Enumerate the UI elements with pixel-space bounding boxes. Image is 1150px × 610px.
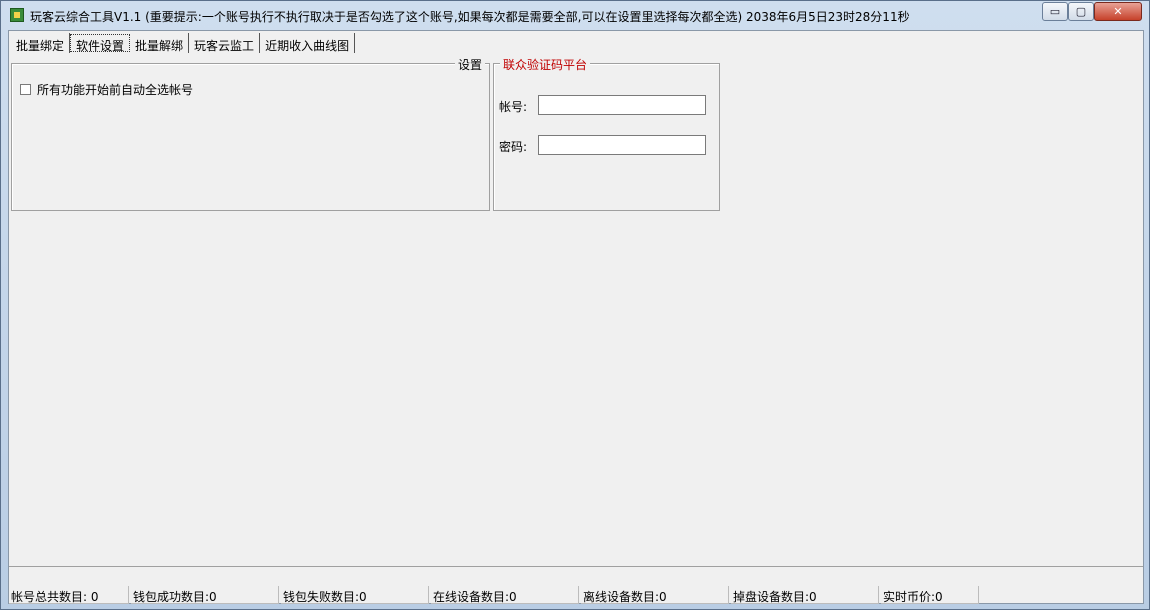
client-area: 批量绑定 软件设置 批量解绑 玩客云监工 近期收入曲线图 设置 所有功能开始前自… xyxy=(8,30,1144,604)
account-input[interactable] xyxy=(538,95,706,115)
status-online-devices: 在线设备数目:0 xyxy=(431,586,579,604)
close-button[interactable]: ✕ xyxy=(1094,2,1142,21)
app-icon xyxy=(10,8,24,22)
status-offline-devices: 离线设备数目:0 xyxy=(581,586,729,604)
status-account-count: 帐号总共数目: 0 xyxy=(9,586,129,604)
password-label: 密码: xyxy=(499,140,528,154)
status-dropped-disk-devices: 掉盘设备数目:0 xyxy=(731,586,879,604)
captcha-platform-group: 联众验证码平台 帐号: 密码: xyxy=(493,56,720,211)
account-label: 帐号: xyxy=(499,100,528,114)
app-window: 玩客云综合工具V1.1 (重要提示:一个账号执行不执行取决于是否勾选了这个账号,… xyxy=(0,0,1150,610)
captcha-group-title: 联众验证码平台 xyxy=(500,56,591,73)
tab-batch-unbind[interactable]: 批量解绑 xyxy=(130,33,190,53)
tab-income-chart[interactable]: 近期收入曲线图 xyxy=(260,33,356,53)
password-input[interactable] xyxy=(538,135,706,155)
tab-strip: 批量绑定 软件设置 批量解绑 玩客云监工 近期收入曲线图 xyxy=(11,33,356,55)
tab-software-settings[interactable]: 软件设置 xyxy=(70,34,131,53)
status-wallet-success: 钱包成功数目:0 xyxy=(131,586,279,604)
maximize-button[interactable]: ▢ xyxy=(1068,2,1094,21)
tab-batch-bind[interactable]: 批量绑定 xyxy=(11,33,71,53)
settings-group: 设置 所有功能开始前自动全选帐号 xyxy=(11,56,490,211)
window-title: 玩客云综合工具V1.1 (重要提示:一个账号执行不执行取决于是否勾选了这个账号,… xyxy=(30,10,910,24)
auto-select-option[interactable]: 所有功能开始前自动全选帐号 xyxy=(20,81,193,98)
status-coin-price: 实时币价:0 xyxy=(881,586,979,604)
auto-select-label: 所有功能开始前自动全选帐号 xyxy=(37,83,194,97)
tab-monitor[interactable]: 玩客云监工 xyxy=(189,33,261,53)
status-bar: 帐号总共数目: 0 钱包成功数目:0 钱包失败数目:0 在线设备数目:0 离线设… xyxy=(9,566,1143,604)
settings-group-title: 设置 xyxy=(454,56,485,73)
title-bar: 玩客云综合工具V1.1 (重要提示:一个账号执行不执行取决于是否勾选了这个账号,… xyxy=(1,1,1149,29)
minimize-button[interactable]: ▭ xyxy=(1042,2,1068,21)
auto-select-checkbox[interactable] xyxy=(20,84,31,95)
status-wallet-fail: 钱包失败数目:0 xyxy=(281,586,429,604)
